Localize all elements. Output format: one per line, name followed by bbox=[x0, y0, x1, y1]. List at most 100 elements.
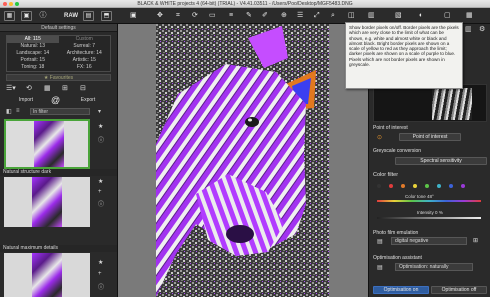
film-settings-icon[interactable]: ⊞ bbox=[473, 237, 478, 244]
layers-icon[interactable]: ▧ bbox=[395, 10, 402, 22]
zoom-icon[interactable]: ⊕ bbox=[281, 10, 287, 22]
pencil-icon[interactable]: ✎ bbox=[246, 10, 252, 22]
panel-icon[interactable]: ▣ bbox=[130, 10, 137, 22]
stack-icon[interactable]: ☰ bbox=[297, 10, 303, 22]
frame-icon[interactable]: ▭ bbox=[209, 10, 216, 22]
intensity-slider[interactable] bbox=[377, 217, 481, 219]
film-icon[interactable]: ▤ bbox=[377, 238, 383, 245]
add-preset-icon[interactable]: ⊞ bbox=[62, 84, 68, 92]
split-icon[interactable]: ◫ bbox=[348, 10, 355, 22]
optimization-off-button[interactable]: Optimisation off bbox=[431, 286, 487, 294]
film-select-value: digital negative bbox=[395, 238, 429, 244]
delete-preset-icon[interactable]: ⊟ bbox=[80, 84, 86, 92]
rotate-icon[interactable]: ⟳ bbox=[192, 10, 198, 22]
presets-panel: Default settings All: 115 Custom Natural… bbox=[0, 24, 118, 297]
filter-icon[interactable]: ◧ bbox=[6, 108, 12, 115]
optimization-title: Optimisation assistant bbox=[373, 255, 422, 261]
window-title: BLACK & WHITE projects 4 (64-bit) (TRIAL… bbox=[137, 1, 353, 7]
list-icon[interactable]: ☰▾ bbox=[6, 84, 16, 92]
image-icon[interactable]: ▣ bbox=[21, 11, 32, 21]
lines-icon[interactable]: ≡ bbox=[229, 10, 233, 22]
preset-card-2[interactable]: Natural structure dark ★ + ⓘ bbox=[0, 169, 117, 227]
color-tone-label: Color tone bbox=[405, 194, 426, 199]
expand-icon[interactable]: ⤢ bbox=[314, 10, 320, 22]
paint-icon[interactable]: ✐ bbox=[262, 10, 268, 22]
optimization-select[interactable]: Optimisation: naturally bbox=[395, 263, 473, 271]
filter-swatch[interactable] bbox=[461, 184, 465, 188]
color-tone-slider[interactable] bbox=[377, 200, 481, 202]
filter-swatch[interactable] bbox=[389, 184, 393, 188]
preset-preview-image bbox=[32, 253, 62, 297]
category-fx[interactable]: FX: 16 bbox=[59, 64, 111, 71]
optimization-icon[interactable]: ▤ bbox=[377, 264, 383, 271]
raw-icon[interactable]: RAW bbox=[64, 10, 78, 22]
category-all[interactable]: All: 115 bbox=[7, 36, 59, 43]
info-icon[interactable]: ⓘ bbox=[37, 10, 49, 22]
film-select[interactable]: digital negative bbox=[391, 237, 467, 245]
sort-icon[interactable]: ≡ bbox=[16, 108, 20, 114]
refresh-icon[interactable]: ⟲ bbox=[26, 84, 32, 92]
category-architecture[interactable]: Architecture: 14 bbox=[59, 50, 111, 57]
category-custom[interactable]: Custom bbox=[59, 36, 111, 43]
at-button[interactable]: @ bbox=[51, 95, 60, 105]
category-artistic[interactable]: Artistic: 15 bbox=[59, 57, 111, 64]
point-of-interest-label: Point of interest bbox=[412, 134, 448, 140]
grid2-icon[interactable]: ▦ bbox=[466, 10, 473, 22]
compare-icon[interactable]: ▥ bbox=[368, 10, 375, 22]
import-button[interactable]: Import bbox=[6, 95, 46, 105]
star-icon[interactable]: ★ bbox=[98, 259, 103, 266]
filter-select[interactable]: In filter bbox=[30, 108, 90, 115]
split-view-icon[interactable]: ▦ bbox=[44, 84, 51, 92]
spectral-sensitivity-button[interactable]: Spectral sensitivity bbox=[395, 157, 487, 165]
preset-card-3[interactable]: Natural maximum details ★ + ⓘ bbox=[0, 245, 117, 297]
star-icon[interactable]: ★ bbox=[98, 178, 103, 185]
preset-thumbnail[interactable] bbox=[4, 253, 90, 297]
menu-icon[interactable]: ▾ bbox=[98, 108, 101, 115]
intensity-row: Intensity 0 % bbox=[417, 210, 443, 215]
category-portrait[interactable]: Portrait: 15 bbox=[7, 57, 59, 64]
color-filter-swatches bbox=[377, 184, 487, 189]
export-icon[interactable]: ⬒ bbox=[101, 11, 112, 21]
preset-thumbnail[interactable] bbox=[4, 119, 90, 169]
greyscale-title: Greyscale conversion bbox=[373, 148, 422, 154]
filter-swatch[interactable] bbox=[425, 184, 429, 188]
preset-thumbnail[interactable] bbox=[4, 177, 90, 227]
category-surreal[interactable]: Surreal: 7 bbox=[59, 43, 111, 50]
filter-swatch[interactable] bbox=[437, 184, 441, 188]
image-canvas[interactable] bbox=[118, 24, 368, 297]
info-icon[interactable]: ⓘ bbox=[98, 199, 104, 208]
category-toning[interactable]: Toning: 18 bbox=[7, 64, 59, 71]
info-icon[interactable]: ⓘ bbox=[98, 135, 104, 144]
info-icon[interactable]: ⓘ bbox=[98, 282, 104, 291]
filter-swatch[interactable] bbox=[401, 184, 405, 188]
filter-swatch[interactable] bbox=[413, 184, 417, 188]
optimization-on-button[interactable]: Optimisation on bbox=[373, 286, 429, 294]
window-icon[interactable]: ▢ bbox=[444, 10, 451, 22]
filter-swatch[interactable] bbox=[449, 184, 453, 188]
spectral-sensitivity-label: Spectral sensitivity bbox=[420, 158, 462, 164]
fill-icon[interactable]: ◐ bbox=[419, 10, 423, 22]
save-icon[interactable]: ▤ bbox=[83, 11, 94, 21]
target-icon[interactable]: ⊙ bbox=[377, 134, 382, 141]
category-landscape[interactable]: Landscape: 14 bbox=[7, 50, 59, 57]
point-of-interest-button[interactable]: Point of interest bbox=[399, 133, 461, 141]
magnify-icon[interactable]: ⌕ bbox=[331, 10, 335, 22]
intensity-label: Intensity bbox=[417, 210, 434, 215]
export-button[interactable]: Export bbox=[68, 95, 108, 105]
plus-icon[interactable]: + bbox=[98, 271, 102, 277]
preset-tools: ☰▾ ⟲ ▦ ⊞ ⊟ bbox=[6, 84, 111, 93]
filter-swatch[interactable] bbox=[377, 184, 381, 188]
star-icon[interactable]: ★ bbox=[98, 123, 103, 130]
preset-preview-image bbox=[32, 177, 62, 227]
navigator-preview[interactable] bbox=[373, 84, 487, 122]
gear-icon[interactable]: ⚙ bbox=[479, 25, 485, 33]
plus-icon[interactable]: + bbox=[98, 189, 102, 195]
color-tone-unit: ° bbox=[432, 194, 434, 199]
favourites-button[interactable]: ★ Favourites bbox=[6, 74, 111, 81]
category-natural[interactable]: Natural: 13 bbox=[7, 43, 59, 50]
cursor-icon[interactable]: ✥ bbox=[157, 10, 163, 22]
crop-icon[interactable]: ⌗ bbox=[176, 10, 180, 22]
grid-icon[interactable]: ▦ bbox=[4, 11, 15, 21]
histogram-icon[interactable]: ▥ bbox=[465, 25, 472, 33]
photo-film-title: Photo film emulation bbox=[373, 230, 419, 236]
